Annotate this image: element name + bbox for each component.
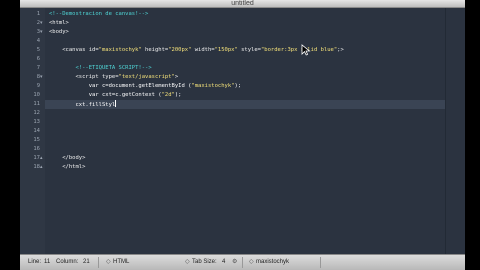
line-number: 13 — [33, 119, 40, 125]
code-line[interactable]: </html> — [49, 163, 85, 172]
code-line[interactable]: <!--ETIQUETA SCRIPT!--> — [49, 64, 152, 73]
tab-size-value[interactable]: 4 — [222, 258, 225, 266]
code-token: "150px" — [214, 47, 238, 53]
line-number: 15 — [33, 137, 40, 143]
status-bar: Line: 11 Column: 21 ◇ HTML ◇ Tab Size: 4… — [20, 254, 465, 270]
line-number: 9 — [36, 83, 40, 89]
code-token: <html> — [49, 20, 69, 26]
syntax-selector[interactable]: HTML — [113, 258, 129, 266]
code-line[interactable]: <body> — [49, 28, 69, 37]
title-bar[interactable]: untitled — [20, 0, 465, 8]
status-divider — [98, 257, 99, 268]
line-number: 1 — [36, 11, 40, 17]
line-value: 11 — [44, 259, 51, 265]
code-token: height= — [141, 47, 169, 53]
gear-icon[interactable]: ⚙ — [232, 258, 237, 266]
line-number: 14 — [33, 128, 40, 134]
window-title: untitled — [231, 0, 254, 7]
code-token: <body> — [49, 29, 69, 35]
syntax-icon: ◇ — [106, 259, 111, 265]
vertical-scrollbar[interactable] — [445, 8, 465, 254]
code-token: var cxt=c.getContext ( — [49, 92, 162, 98]
line-number: 3 — [36, 29, 40, 35]
code-token: ); — [174, 92, 182, 98]
line-number: 18 — [33, 164, 40, 170]
column-label: Column: — [56, 259, 79, 265]
line-number-gutter: 1 2 3 4 5 6 7 8 9 10 11 12 13 14 15 16 17 18 ▾ ▾ ▾ ▴ ▴ — [20, 8, 45, 254]
code-token: </body> — [49, 155, 86, 161]
code-line[interactable]: <script type="text/javascript"> — [49, 73, 178, 82]
code-token: width= — [191, 47, 215, 53]
code-token: "border:3px solid blue" — [260, 47, 338, 53]
code-area[interactable]: <!--Demostracion de canvas!--> <html> <bod… — [45, 8, 445, 254]
mouse-pointer-icon — [301, 44, 311, 56]
symbol-icon: ◇ — [249, 259, 254, 265]
video-letterbox-right — [465, 0, 480, 270]
code-token: <!--ETIQUETA SCRIPT!--> — [49, 65, 152, 71]
code-token: ;> — [337, 47, 344, 53]
code-token: "maxistochyk" — [98, 47, 142, 53]
code-token: <canvas id= — [49, 47, 99, 53]
status-divider — [320, 257, 321, 268]
line-number: 6 — [36, 56, 40, 62]
column-value: 21 — [83, 259, 90, 265]
code-token: "maxistochyk" — [191, 83, 235, 89]
code-token: > — [174, 74, 179, 80]
code-token: <!--Demostracion de canvas!--> — [49, 11, 149, 17]
code-token: "2d" — [161, 92, 175, 98]
code-token: <script type= — [49, 74, 119, 80]
code-line[interactable]: <html> — [49, 19, 69, 28]
line-number: 4 — [36, 38, 40, 44]
code-editor[interactable]: 1 2 3 4 5 6 7 8 9 10 11 12 13 14 15 16 17 18 ▾ ▾ ▾ ▴ ▴ <!--Dem… — [20, 8, 465, 254]
code-token: </html> — [49, 164, 86, 170]
code-token: ); — [234, 83, 242, 89]
code-line[interactable]: </body> — [49, 154, 85, 163]
line-number: 8 — [36, 74, 40, 80]
tab-size-label[interactable]: Tab Size: — [192, 258, 217, 266]
tab-size-icon: ◇ — [185, 259, 190, 265]
code-token: cxt.fillStyl — [49, 102, 116, 108]
code-token: "text/javascript" — [118, 74, 175, 80]
code-line[interactable]: <!--Demostracion de canvas!--> — [49, 10, 148, 19]
line-number: 10 — [33, 92, 40, 98]
text-cursor — [115, 100, 117, 107]
code-token: "200px" — [168, 47, 192, 53]
code-token: style= — [237, 47, 261, 53]
editor-window: untitled 1 2 3 4 5 6 7 8 9 10 11 12 13 14 15 16 17 18 ▾ ▾ ▾ ▴… — [20, 0, 465, 270]
line-number: 2 — [36, 20, 40, 26]
code-line[interactable]: cxt.fillStyl — [49, 100, 117, 109]
line-number: 12 — [33, 110, 40, 116]
line-number: 7 — [36, 65, 40, 71]
code-line[interactable]: var cxt=c.getContext ("2d"); — [49, 91, 182, 100]
code-token: var c=document.getElementById ( — [49, 83, 192, 89]
status-divider — [242, 257, 243, 268]
code-line[interactable]: <canvas id="maxistochyk" height="200px" … — [49, 46, 344, 55]
line-number: 5 — [36, 47, 40, 53]
symbol-selector[interactable]: maxistochyk — [256, 258, 289, 266]
line-label: Line: — [28, 259, 42, 265]
video-letterbox-left — [0, 0, 20, 270]
line-number: 17 — [33, 155, 40, 161]
code-line[interactable]: var c=document.getElementById ("maxistoc… — [49, 82, 241, 91]
line-number: 11 — [33, 101, 40, 107]
line-number: 16 — [33, 146, 40, 152]
